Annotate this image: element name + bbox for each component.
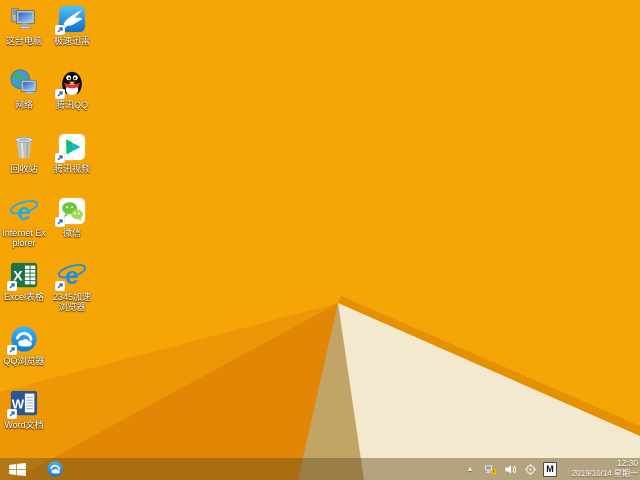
desktop-icon-grid: 这台电脑 极速迅雷 网络 腾讯QQ 回收站 腾讯视频 e Internet Exp… bbox=[2, 0, 102, 456]
tray-volume-icon[interactable] bbox=[503, 462, 517, 476]
shortcut-arrow-icon bbox=[55, 153, 65, 163]
desktop-icon-browser-2345[interactable]: e 2345加速浏览器 bbox=[50, 260, 94, 313]
desktop-icon-label: Excel表格 bbox=[3, 292, 44, 302]
taskbar-pinned-apps bbox=[42, 458, 68, 480]
desktop-icon-word[interactable]: W Word文档 bbox=[2, 388, 46, 430]
internet-explorer-icon: e bbox=[9, 196, 39, 226]
qq-browser-icon bbox=[7, 324, 39, 355]
taskbar-app-qq-browser[interactable] bbox=[46, 460, 64, 478]
shortcut-arrow-icon bbox=[7, 345, 17, 355]
tencent-qq-icon bbox=[55, 68, 87, 99]
shortcut-arrow-icon bbox=[55, 89, 65, 99]
desktop-icon-label: 回收站 bbox=[10, 164, 38, 174]
recycle-bin-icon bbox=[9, 132, 39, 162]
shortcut-arrow-icon bbox=[7, 409, 17, 419]
excel-icon: X bbox=[7, 260, 39, 291]
desktop-icon-label: 极速迅雷 bbox=[53, 36, 90, 46]
desktop-icon-label: Word文档 bbox=[4, 420, 44, 430]
xunlei-icon bbox=[55, 4, 87, 35]
desktop[interactable]: 这台电脑 极速迅雷 网络 腾讯QQ 回收站 腾讯视频 e Internet Exp… bbox=[0, 0, 640, 480]
shortcut-arrow-icon bbox=[55, 217, 65, 227]
clock-time: 12:30 bbox=[616, 458, 638, 469]
desktop-icon-xunlei[interactable]: 极速迅雷 bbox=[50, 4, 94, 46]
shortcut-arrow-icon bbox=[55, 25, 65, 35]
desktop-icon-label: QQ浏览器 bbox=[3, 356, 45, 366]
tray-network-status-icon[interactable] bbox=[483, 462, 497, 476]
shortcut-arrow-icon bbox=[7, 281, 17, 291]
desktop-icon-label: 这台电脑 bbox=[5, 36, 42, 46]
this-pc-icon bbox=[9, 4, 39, 34]
desktop-icon-tencent-video[interactable]: 腾讯视频 bbox=[50, 132, 94, 174]
svg-text:e: e bbox=[65, 263, 79, 290]
desktop-icon-label: 2345加速浏览器 bbox=[52, 292, 92, 313]
windows-logo-icon bbox=[8, 462, 26, 476]
desktop-icon-recycle-bin[interactable]: 回收站 bbox=[2, 132, 46, 174]
word-icon: W bbox=[7, 388, 39, 419]
svg-text:e: e bbox=[17, 199, 31, 226]
tray-ime-indicator-icon[interactable]: M bbox=[543, 461, 557, 477]
desktop-icon-label: 腾讯QQ bbox=[55, 100, 88, 110]
qq-browser-icon bbox=[46, 460, 64, 478]
taskbar-clock[interactable]: 12:30 2019/10/14 星期一 bbox=[566, 458, 640, 479]
desktop-icon-internet-explorer[interactable]: e Internet Explorer bbox=[2, 196, 46, 249]
taskbar: ▲ M 12:30 2019/10/14 星期一 bbox=[0, 458, 640, 480]
browser-2345-icon: e bbox=[55, 260, 87, 291]
tencent-video-icon bbox=[55, 132, 87, 163]
wechat-icon bbox=[55, 196, 87, 227]
tray-hidden-icons-chevron-icon[interactable]: ▲ bbox=[463, 462, 477, 476]
desktop-icon-label: 网络 bbox=[14, 100, 33, 110]
tray-pen-target-icon[interactable] bbox=[523, 462, 537, 476]
clock-date: 2019/10/14 星期一 bbox=[571, 469, 638, 479]
start-button[interactable] bbox=[0, 458, 34, 480]
desktop-icon-label: 微信 bbox=[62, 228, 81, 238]
network-icon bbox=[9, 68, 39, 98]
ime-indicator-label: M bbox=[543, 461, 557, 477]
desktop-icon-tencent-qq[interactable]: 腾讯QQ bbox=[50, 68, 94, 110]
desktop-icon-label: Internet Explorer bbox=[2, 228, 46, 249]
shortcut-arrow-icon bbox=[55, 281, 65, 291]
desktop-icon-this-pc[interactable]: 这台电脑 bbox=[2, 4, 46, 46]
desktop-icon-label: 腾讯视频 bbox=[53, 164, 90, 174]
desktop-icon-network[interactable]: 网络 bbox=[2, 68, 46, 110]
system-tray: ▲ M bbox=[463, 461, 562, 477]
desktop-icon-qq-browser[interactable]: QQ浏览器 bbox=[2, 324, 46, 366]
desktop-icon-wechat[interactable]: 微信 bbox=[50, 196, 94, 238]
desktop-icon-excel[interactable]: X Excel表格 bbox=[2, 260, 46, 302]
